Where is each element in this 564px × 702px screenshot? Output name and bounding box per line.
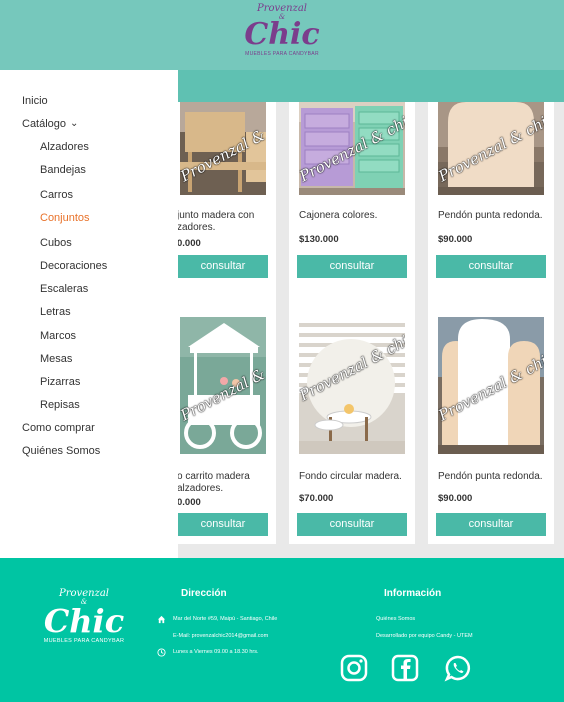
sidebar-item-marcos[interactable]: Marcos <box>40 330 76 343</box>
direccion-title: Dirección <box>181 588 227 599</box>
sidebar-item-escaleras[interactable]: Escaleras <box>40 283 88 296</box>
consultar-button[interactable]: consultar <box>436 513 546 536</box>
product-image[interactable]: Provenzal & chic <box>299 317 405 454</box>
facebook-icon[interactable] <box>391 654 419 682</box>
product-price: $70.000 <box>299 493 334 504</box>
product-card[interactable]: Provenzal & chic Pendón punta redonda. $… <box>428 298 554 544</box>
sidebar-menu: Inicio Catálogo ⌄ Alzadores Bandejas Carr… <box>0 70 178 558</box>
instagram-icon[interactable] <box>340 654 368 682</box>
product-image[interactable]: Provenzal & chic <box>180 102 266 195</box>
sidebar-item-cubos[interactable]: Cubos <box>40 237 72 250</box>
informacion-title: Información <box>384 588 442 599</box>
hours-text: Lunes a Viernes 09.00 a 18.30 hrs. <box>173 649 259 655</box>
consultar-button[interactable]: consultar <box>436 255 546 278</box>
consultar-button[interactable]: consultar <box>297 513 407 536</box>
sidebar-item-repisas[interactable]: Repisas <box>40 399 80 412</box>
footer-link-quienes-somos[interactable]: Quiénes Somos <box>376 616 415 622</box>
logo-main-text: Chic <box>244 17 320 52</box>
header-band <box>178 70 564 102</box>
product-price: $90.000 <box>438 493 473 504</box>
sidebar-item-mesas[interactable]: Mesas <box>40 353 72 366</box>
product-image[interactable]: Provenzal & chic <box>438 102 544 195</box>
product-name: Fondo circular madera. <box>299 471 402 482</box>
consultar-button[interactable]: consultar <box>178 255 268 278</box>
product-price: 0.000 <box>177 497 201 508</box>
sidebar-item-como-comprar[interactable]: Como comprar <box>22 422 95 435</box>
consultar-button[interactable]: consultar <box>297 255 407 278</box>
sidebar-item-alzadores[interactable]: Alzadores <box>40 141 89 154</box>
email-text[interactable]: E-Mail: provenzalchic2014@gmail.com <box>173 633 268 639</box>
sidebar-item-conjuntos[interactable]: Conjuntos <box>40 212 90 225</box>
chevron-down-icon[interactable]: ⌄ <box>70 117 78 130</box>
whatsapp-icon[interactable] <box>444 654 472 682</box>
home-icon <box>157 615 166 624</box>
logo-sub-text: MUEBLES PARA CANDYBAR <box>245 51 319 57</box>
sidebar-item-pizarras[interactable]: Pizarras <box>40 376 80 389</box>
product-card[interactable]: Provenzal & chic Fondo circular madera. … <box>289 298 415 544</box>
sidebar-item-bandejas[interactable]: Bandejas <box>40 164 86 177</box>
sidebar-item-inicio[interactable]: Inicio <box>22 95 48 108</box>
sidebar-item-label: Catálogo <box>22 118 67 130</box>
footer-logo-main: Chic <box>43 602 125 640</box>
product-price: $130.000 <box>299 234 339 245</box>
address-text: Mar del Norte #59, Maipú - Santiago, Chi… <box>173 616 278 622</box>
credit-text: Desarrollado por equipo Candy - UTEM <box>376 633 473 639</box>
product-price: $90.000 <box>438 234 473 245</box>
product-image[interactable]: Provenzal & chic <box>438 317 544 454</box>
product-image[interactable]: Provenzal & chic <box>299 102 405 195</box>
sidebar-item-catalogo[interactable]: Catálogo ⌄ <box>22 118 78 131</box>
product-name: Pendón punta redonda. <box>438 471 543 482</box>
product-name: o carrito madera alzadores. <box>177 471 250 494</box>
footer-logo-sub: MUEBLES PARA CANDYBAR <box>43 638 125 644</box>
product-name: Pendón punta redonda. <box>438 210 543 221</box>
product-image[interactable]: Provenzal & chic <box>180 317 266 454</box>
sidebar-item-letras[interactable]: Letras <box>40 306 71 319</box>
site-footer: Provenzal & Chic MUEBLES PARA CANDYBAR D… <box>0 558 564 702</box>
sidebar-item-decoraciones[interactable]: Decoraciones <box>40 260 107 273</box>
product-price: 0.000 <box>177 238 201 249</box>
sidebar-item-quienes-somos[interactable]: Quiénes Somos <box>22 445 100 458</box>
product-name: junto madera con zadores. <box>177 210 255 233</box>
site-logo[interactable]: Provenzal & Chic MUEBLES PARA CANDYBAR <box>244 3 320 67</box>
site-header: Provenzal & Chic MUEBLES PARA CANDYBAR <box>0 0 564 70</box>
clock-icon <box>157 648 166 657</box>
product-name: Cajonera colores. <box>299 210 378 221</box>
sidebar-item-carros[interactable]: Carros <box>40 189 73 202</box>
consultar-button[interactable]: consultar <box>178 513 268 536</box>
footer-logo[interactable]: Provenzal & Chic MUEBLES PARA CANDYBAR <box>40 588 128 658</box>
